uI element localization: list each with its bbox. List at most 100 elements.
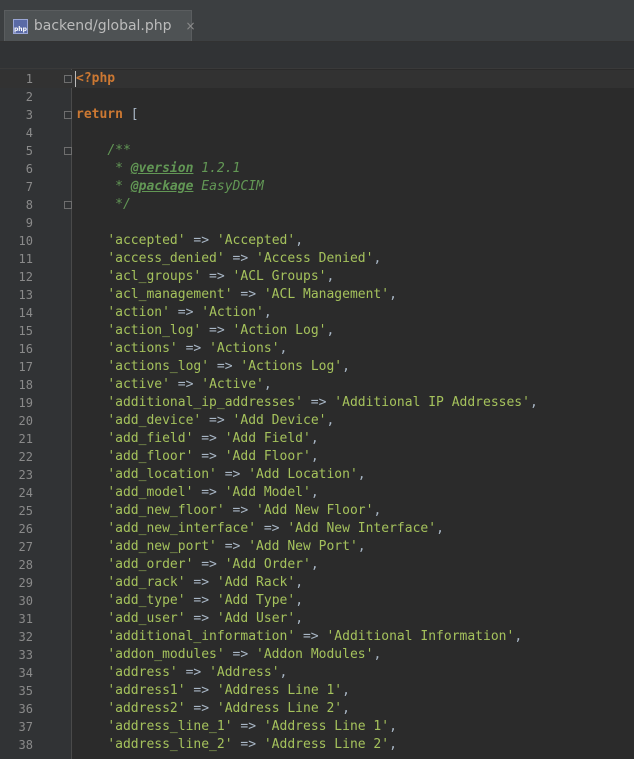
code-line[interactable]: 2 xyxy=(0,88,634,106)
return-keyword: return xyxy=(76,107,123,122)
line-number: 8 xyxy=(25,198,33,212)
code-line[interactable]: 31 'add_user' => 'Add User', xyxy=(0,610,634,628)
code-text: 'add_location' => 'Add Location', xyxy=(76,466,365,484)
code-line[interactable]: 4 xyxy=(0,124,634,142)
array-key: 'add_order' xyxy=(107,557,194,572)
code-line[interactable]: 36 'address2' => 'Address Line 2', xyxy=(0,700,634,718)
arrow-operator: => xyxy=(232,287,264,302)
code-line[interactable]: 18 'active' => 'Active', xyxy=(0,376,634,394)
code-text: <?php xyxy=(76,70,115,88)
line-number: 11 xyxy=(18,252,33,266)
line-number: 6 xyxy=(25,162,33,176)
arrow-operator: => xyxy=(177,665,210,680)
code-line[interactable]: 21 'add_field' => 'Add Field', xyxy=(0,430,634,448)
code-text: 'actions_log' => 'Actions Log', xyxy=(76,358,350,376)
code-line[interactable]: 30 'add_type' => 'Add Type', xyxy=(0,592,634,610)
code-line[interactable]: 16 'actions' => 'Actions', xyxy=(0,340,634,358)
comma: , xyxy=(529,395,538,410)
code-line[interactable]: 7 * @package EasyDCIM xyxy=(0,178,634,196)
code-line[interactable]: 34 'address' => 'Address', xyxy=(0,664,634,682)
arrow-operator: => xyxy=(193,485,225,500)
fold-marker-icon[interactable] xyxy=(64,75,72,83)
code-line[interactable]: 22 'add_floor' => 'Add Floor', xyxy=(0,448,634,466)
comma: , xyxy=(326,269,335,284)
code-line[interactable]: 8 */ xyxy=(0,196,634,214)
array-value: 'Address Line 1' xyxy=(216,683,343,698)
code-text: 'add_new_port' => 'Add New Port', xyxy=(76,538,366,556)
open-bracket: [ xyxy=(122,107,139,122)
code-text: 'access_denied' => 'Access Denied', xyxy=(76,250,381,268)
code-text: 'address_line_2' => 'Address Line 2', xyxy=(76,736,397,754)
code-text: 'accepted' => 'Accepted', xyxy=(76,232,303,250)
code-line[interactable]: 20 'add_device' => 'Add Device', xyxy=(0,412,634,430)
array-value: 'Accepted' xyxy=(216,233,296,248)
arrow-operator: => xyxy=(232,719,264,734)
code-line[interactable]: 19 'additional_ip_addresses' => 'Additio… xyxy=(0,394,634,412)
code-line[interactable]: 27 'add_new_port' => 'Add New Port', xyxy=(0,538,634,556)
array-value: 'Add New Port' xyxy=(248,539,358,554)
line-number: 10 xyxy=(18,234,33,248)
code-line[interactable]: 38 'address_line_2' => 'Address Line 2', xyxy=(0,736,634,754)
array-key: 'add_floor' xyxy=(107,449,194,464)
code-line[interactable]: 32 'additional_information' => 'Addition… xyxy=(0,628,634,646)
package-value: EasyDCIM xyxy=(193,179,264,194)
fold-marker-icon[interactable] xyxy=(64,201,72,209)
comma: , xyxy=(342,701,350,716)
code-line[interactable]: 10 'accepted' => 'Accepted', xyxy=(0,232,634,250)
code-line[interactable]: 24 'add_model' => 'Add Model', xyxy=(0,484,634,502)
array-key: 'address1' xyxy=(107,683,186,698)
fold-marker-icon[interactable] xyxy=(64,147,72,155)
code-text: 'address2' => 'Address Line 2', xyxy=(76,700,350,718)
code-line[interactable]: 12 'acl_groups' => 'ACL Groups', xyxy=(0,268,634,286)
code-line[interactable]: 26 'add_new_interface' => 'Add New Inter… xyxy=(0,520,634,538)
code-line[interactable]: 33 'addon_modules' => 'Addon Modules', xyxy=(0,646,634,664)
array-key: 'additional_information' xyxy=(107,629,296,644)
code-line[interactable]: 14 'action' => 'Action', xyxy=(0,304,634,322)
line-number: 14 xyxy=(18,306,33,320)
code-text: 'add_floor' => 'Add Floor', xyxy=(76,448,318,466)
comma: , xyxy=(342,359,350,374)
file-tab[interactable]: php backend/global.php × xyxy=(4,10,196,41)
php-file-icon: php xyxy=(13,18,28,34)
comma: , xyxy=(436,521,444,536)
array-value: 'Add User' xyxy=(216,611,296,626)
code-line[interactable]: 9 xyxy=(0,214,634,232)
code-line[interactable]: 1 <?php xyxy=(0,70,634,88)
code-line[interactable]: 11 'access_denied' => 'Access Denied', xyxy=(0,250,634,268)
code-line[interactable]: 23 'add_location' => 'Add Location', xyxy=(0,466,634,484)
line-number: 3 xyxy=(25,108,33,122)
line-number: 37 xyxy=(18,720,33,734)
code-line[interactable]: 37 'address_line_1' => 'Address Line 1', xyxy=(0,718,634,736)
code-text: 'add_device' => 'Add Device', xyxy=(76,412,334,430)
code-line[interactable]: 5 /** xyxy=(0,142,634,160)
code-line[interactable]: 29 'add_rack' => 'Add Rack', xyxy=(0,574,634,592)
code-line[interactable]: 35 'address1' => 'Address Line 1', xyxy=(0,682,634,700)
array-key: 'add_model' xyxy=(107,485,194,500)
fold-marker-icon[interactable] xyxy=(64,111,72,119)
array-key: 'addon_modules' xyxy=(107,647,225,662)
code-line[interactable]: 6 * @version 1.2.1 xyxy=(0,160,634,178)
code-line[interactable]: 13 'acl_management' => 'ACL Management', xyxy=(0,286,634,304)
line-number: 22 xyxy=(18,450,33,464)
array-value: 'Address Line 2' xyxy=(263,737,390,752)
code-line[interactable]: 3 return [ xyxy=(0,106,634,124)
arrow-operator: => xyxy=(193,449,225,464)
array-value: 'Add Location' xyxy=(248,467,358,482)
arrow-operator: => xyxy=(193,557,225,572)
array-value: 'Address' xyxy=(209,665,280,680)
array-value: 'Add Field' xyxy=(224,431,311,446)
array-key: 'address_line_2' xyxy=(107,737,233,752)
code-text: * @package EasyDCIM xyxy=(115,179,264,194)
close-icon[interactable]: × xyxy=(186,19,196,33)
comma: , xyxy=(357,539,366,554)
line-number: 24 xyxy=(18,486,33,500)
array-key: 'add_user' xyxy=(107,611,186,626)
array-key: 'accepted' xyxy=(107,233,186,248)
array-key: 'add_rack' xyxy=(107,575,186,590)
array-value: 'Add New Interface' xyxy=(287,521,437,536)
code-line[interactable]: 25 'add_new_floor' => 'Add New Floor', xyxy=(0,502,634,520)
code-line[interactable]: 17 'actions_log' => 'Actions Log', xyxy=(0,358,634,376)
comma: , xyxy=(263,305,272,320)
code-line[interactable]: 28 'add_order' => 'Add Order', xyxy=(0,556,634,574)
code-line[interactable]: 15 'action_log' => 'Action Log', xyxy=(0,322,634,340)
